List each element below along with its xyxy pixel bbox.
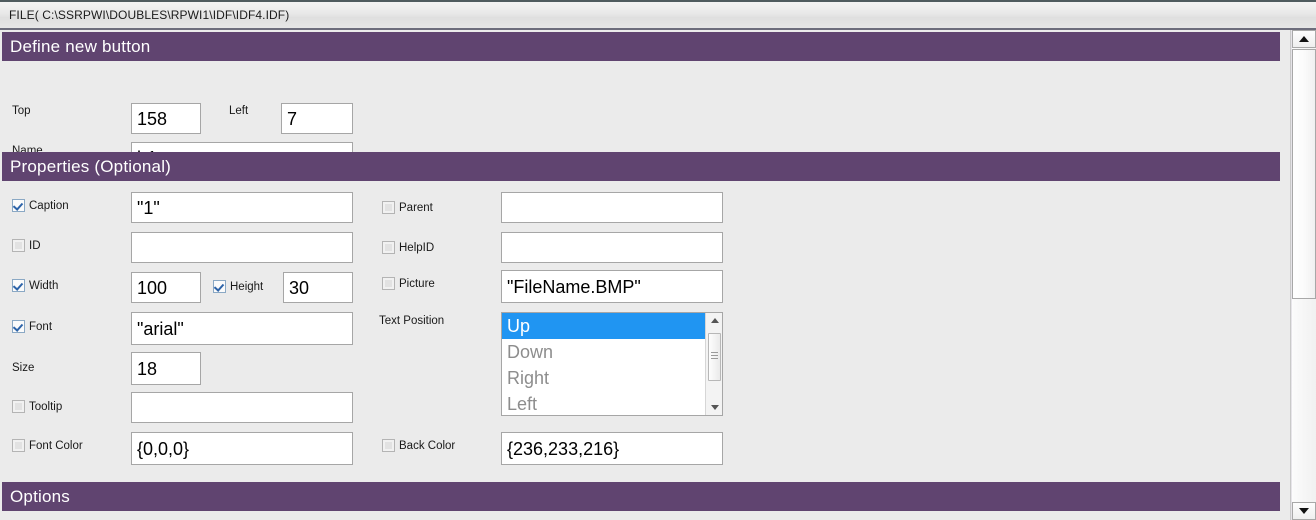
section-header-options: Options [2, 482, 1280, 511]
input-caption[interactable]: "1" [131, 192, 353, 223]
label-caption: Caption [29, 200, 69, 212]
input-tooltip[interactable] [131, 392, 353, 423]
label-top: Top [12, 105, 31, 117]
checkbox-caption[interactable] [12, 199, 25, 212]
checkbox-helpid[interactable] [382, 241, 395, 254]
listbox-scrollbar[interactable] [705, 313, 722, 415]
form-scroll-area: Define new button Top 158 Left 7 Name b1… [0, 30, 1290, 520]
file-path-label: FILE( C:\SSRPWI\DOUBLES\RPWI1\IDF\IDF4.I… [9, 8, 290, 22]
checkbox-parent[interactable] [382, 201, 395, 214]
input-back-color[interactable]: {236,233,216} [501, 432, 723, 465]
listbox-scroll-up-icon[interactable] [706, 313, 722, 328]
label-size: Size [12, 362, 35, 374]
label-id: ID [29, 240, 41, 252]
listbox-option-up[interactable]: Up [502, 313, 722, 339]
section-header-properties: Properties (Optional) [2, 152, 1280, 181]
checkbox-font[interactable] [12, 320, 25, 333]
label-tooltip: Tooltip [29, 401, 63, 413]
listbox-option-right[interactable]: Right [502, 365, 722, 391]
checkbox-font-color[interactable] [12, 439, 25, 452]
section-header-define-new-button: Define new button [2, 32, 1280, 61]
input-width[interactable]: 100 [131, 272, 201, 303]
input-font[interactable]: "arial" [131, 312, 353, 345]
input-font-color[interactable]: {0,0,0} [131, 432, 353, 465]
section-title-properties: Properties (Optional) [10, 156, 172, 176]
checkbox-width[interactable] [12, 279, 25, 292]
listbox-text-position[interactable]: Up Down Right Left [501, 312, 723, 416]
listbox-option-left[interactable]: Left [502, 391, 722, 415]
input-id[interactable] [131, 232, 353, 263]
label-left: Left [229, 105, 249, 117]
input-left[interactable]: 7 [281, 103, 353, 134]
triangle-down-icon [1299, 508, 1309, 514]
application-window: FILE( C:\SSRPWI\DOUBLES\RPWI1\IDF\IDF4.I… [0, 0, 1316, 520]
label-picture: Picture [399, 278, 435, 290]
input-helpid[interactable] [501, 232, 723, 263]
section-title-options: Options [10, 486, 70, 506]
window-vertical-scrollbar[interactable] [1290, 30, 1316, 520]
input-top[interactable]: 158 [131, 103, 201, 134]
checkbox-tooltip[interactable] [12, 400, 25, 413]
input-picture[interactable]: "FileName.BMP" [501, 270, 723, 303]
label-height: Height [230, 281, 264, 293]
label-text-position: Text Position [379, 315, 445, 327]
label-font-color: Font Color [29, 440, 83, 452]
input-parent[interactable] [501, 192, 723, 223]
label-font: Font [29, 321, 53, 333]
window-titlebar: FILE( C:\SSRPWI\DOUBLES\RPWI1\IDF\IDF4.I… [0, 0, 1316, 30]
input-size[interactable]: 18 [131, 352, 201, 385]
listbox-scroll-down-icon[interactable] [706, 400, 722, 415]
label-width: Width [29, 280, 59, 292]
label-back-color: Back Color [399, 440, 456, 452]
listbox-scroll-thumb[interactable] [708, 333, 721, 381]
section-title-define: Define new button [10, 36, 151, 56]
scrollbar-thumb[interactable] [1292, 49, 1316, 299]
checkbox-picture[interactable] [382, 277, 395, 290]
scrollbar-up-button[interactable] [1292, 30, 1316, 48]
checkbox-height[interactable] [213, 280, 226, 293]
input-height[interactable]: 30 [283, 272, 353, 303]
scrollbar-down-button[interactable] [1292, 502, 1316, 520]
checkbox-id[interactable] [12, 239, 25, 252]
label-parent: Parent [399, 202, 433, 214]
listbox-option-down[interactable]: Down [502, 339, 722, 365]
triangle-up-icon [1299, 36, 1309, 42]
checkbox-back-color[interactable] [382, 439, 395, 452]
label-helpid: HelpID [399, 242, 435, 254]
